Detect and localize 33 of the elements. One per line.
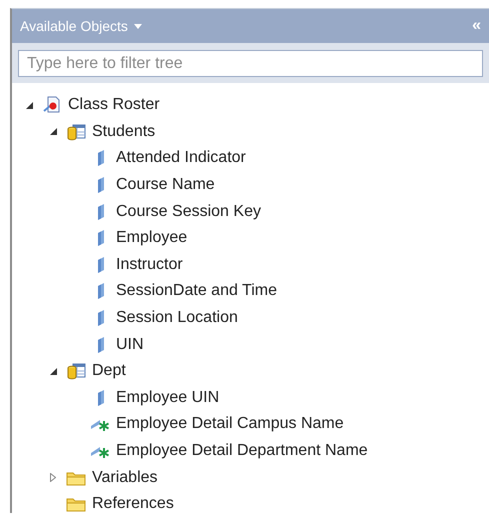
- report-icon: [42, 95, 62, 116]
- report-item[interactable]: Class Roster: [66, 96, 160, 114]
- dimension-item[interactable]: SessionDate and Time: [114, 282, 277, 300]
- dimension-item[interactable]: Course Name: [114, 176, 215, 194]
- dimension-item[interactable]: Course Session Key: [114, 202, 261, 221]
- dimension-item[interactable]: Employee UIN: [114, 388, 220, 407]
- table-icon: [66, 361, 86, 382]
- dimension-item[interactable]: Employee: [114, 229, 188, 248]
- expanded-arrow-icon[interactable]: [26, 102, 32, 109]
- dimension-icon: [95, 336, 105, 353]
- dimension-icon: [95, 390, 105, 406]
- expanded-arrow-icon[interactable]: [50, 368, 56, 375]
- expanded-arrow-icon[interactable]: [50, 128, 56, 136]
- dimension-icon: [95, 283, 105, 300]
- table-item[interactable]: Students: [90, 122, 156, 141]
- dimension-icon: [95, 150, 105, 166]
- table-item[interactable]: Dept: [90, 362, 126, 380]
- filter-field[interactable]: Type here to filter tree: [18, 50, 483, 77]
- table-icon: [66, 122, 86, 142]
- dimension-icon: [95, 177, 105, 194]
- folder-item[interactable]: Variables: [90, 468, 158, 487]
- detail-item[interactable]: Employee Detail Department Name: [114, 442, 368, 460]
- dimension-icon: [95, 204, 105, 220]
- folder-item[interactable]: References: [90, 495, 174, 514]
- dimension-icon: [95, 256, 105, 273]
- dimension-icon: [95, 230, 105, 246]
- dimension-item[interactable]: Instructor: [114, 256, 183, 274]
- collapsed-arrow-icon[interactable]: [50, 473, 56, 482]
- dimension-icon: [95, 310, 105, 326]
- dimension-item[interactable]: UIN: [114, 336, 144, 354]
- detail-item[interactable]: Employee Detail Campus Name: [114, 415, 344, 434]
- dimension-item[interactable]: Session Location: [114, 309, 238, 328]
- dimension-item[interactable]: Attended Indicator: [114, 149, 246, 168]
